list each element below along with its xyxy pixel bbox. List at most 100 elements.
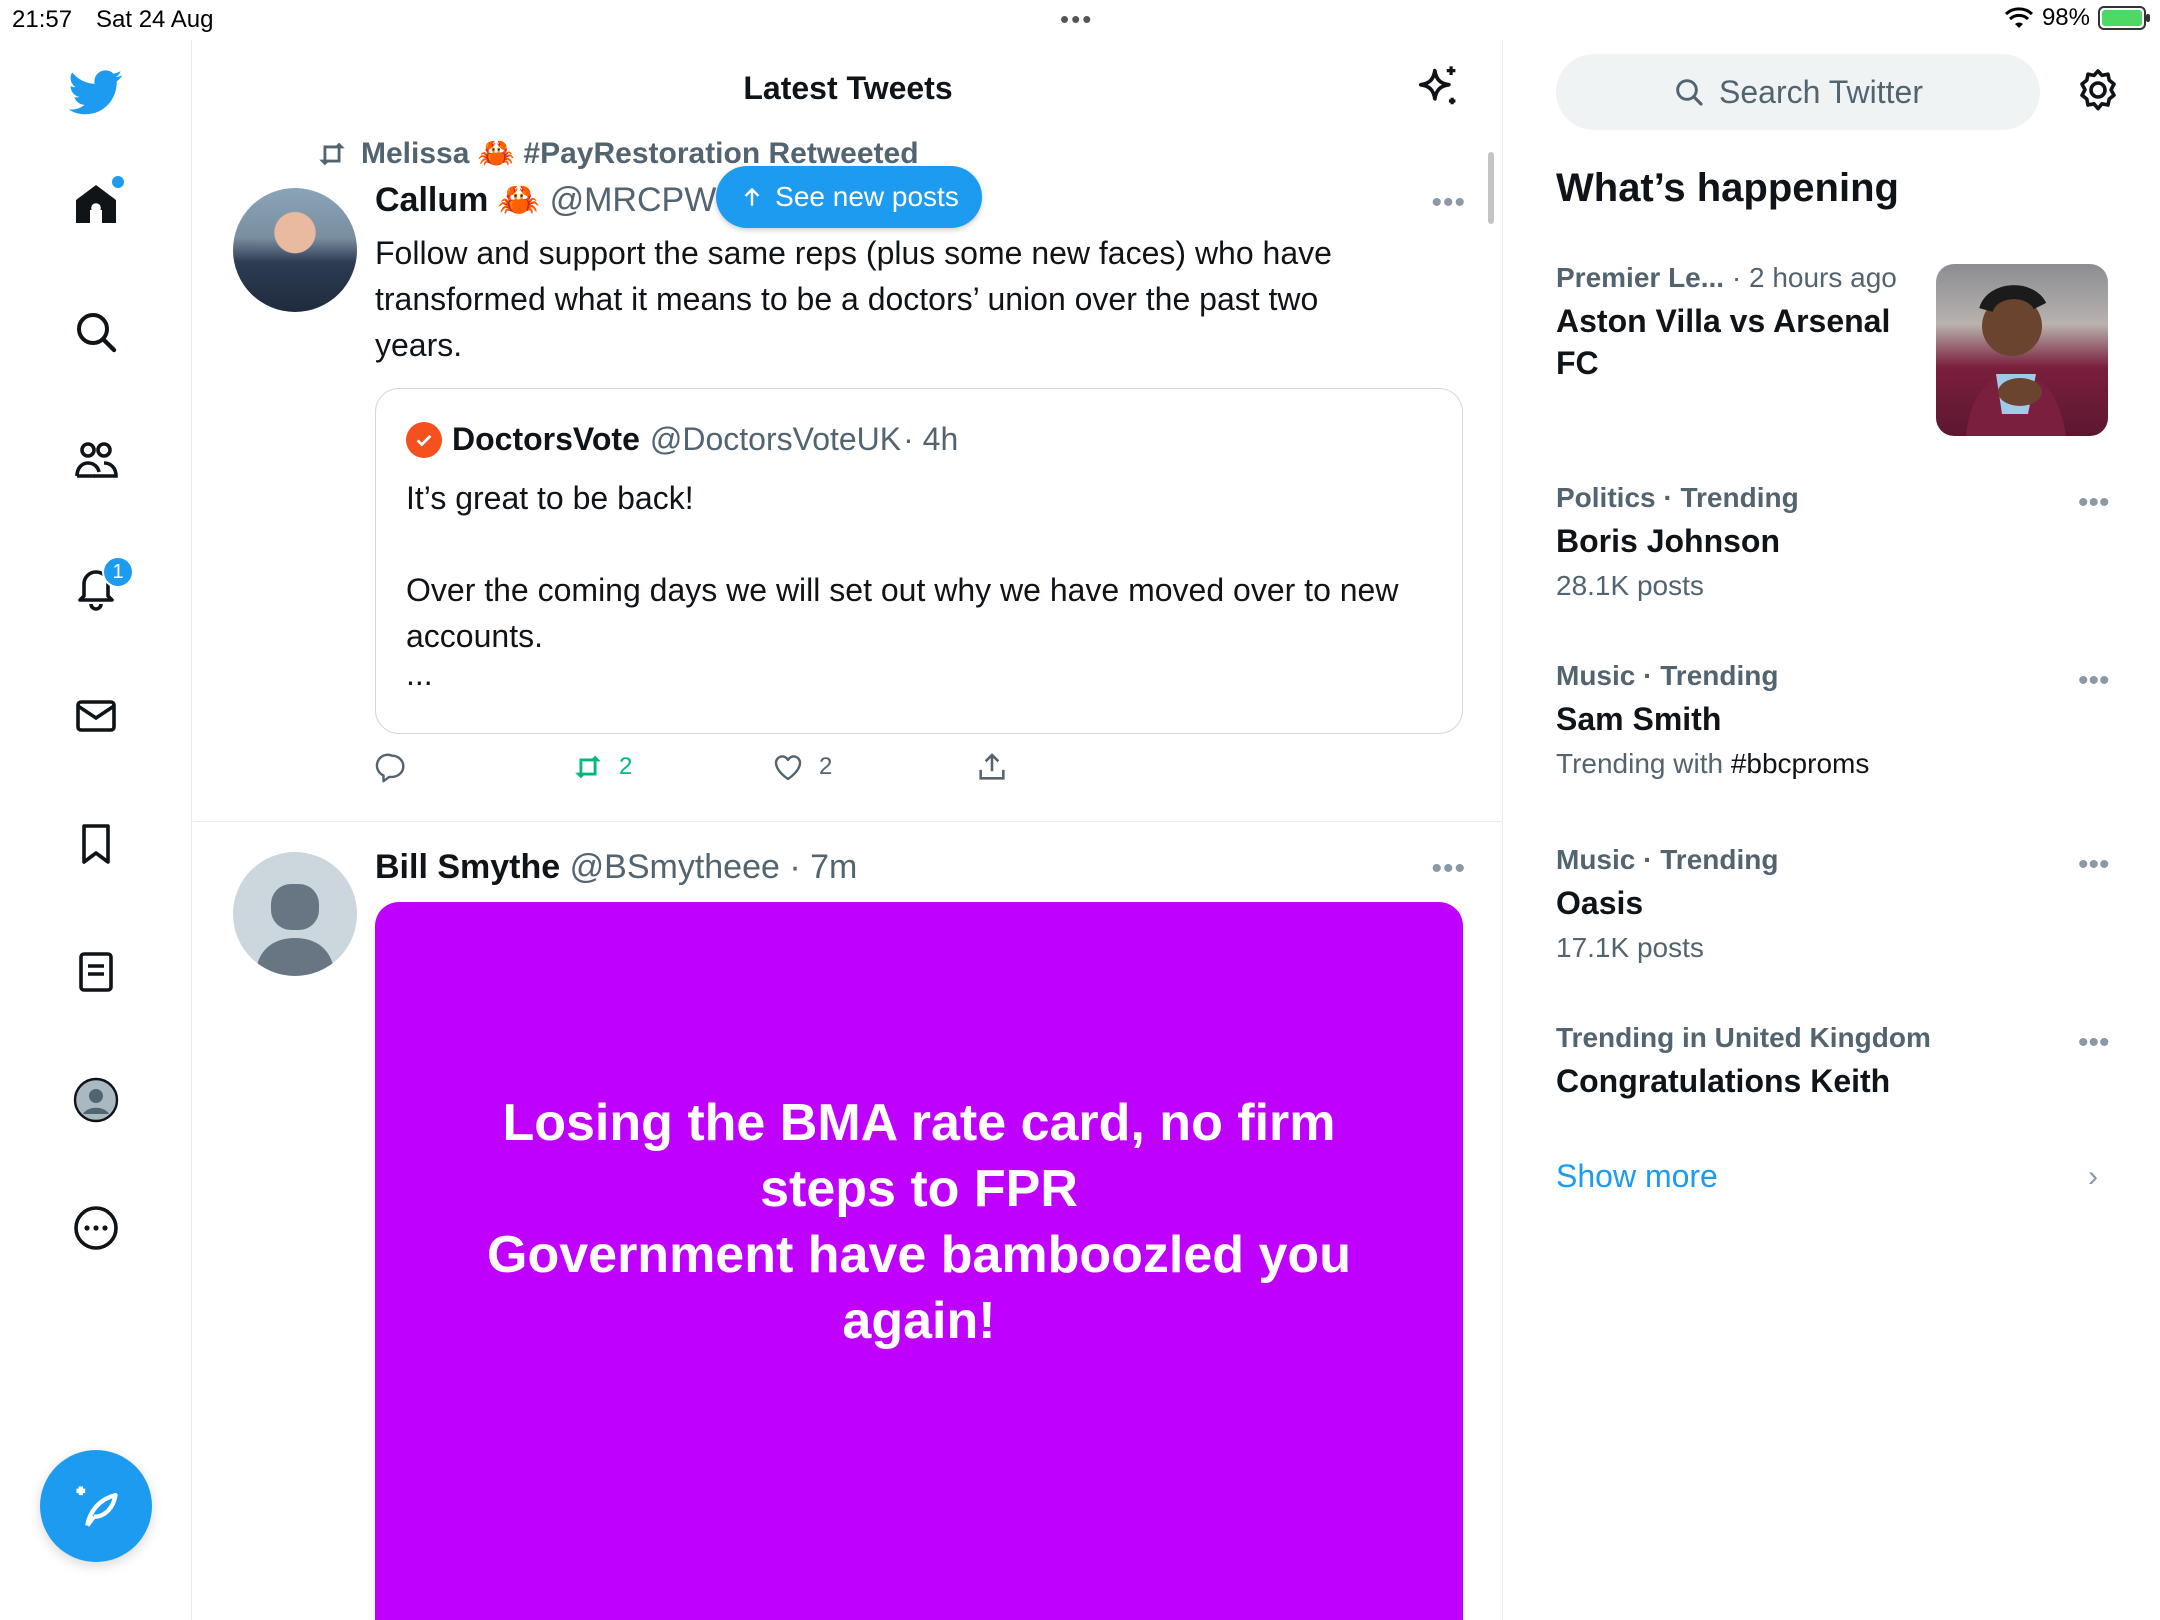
bookmarks-icon[interactable] xyxy=(64,812,128,876)
battery-icon xyxy=(2098,6,2150,30)
trend-post-count: 17.1K posts xyxy=(1556,932,1704,963)
show-more-link[interactable]: Show more xyxy=(1556,1158,1718,1195)
tweet2-image[interactable]: Losing the BMA rate card, no firm steps … xyxy=(375,902,1463,1620)
whats-happening-heading: What’s happening xyxy=(1556,166,1899,210)
right-sidebar: Search Twitter What’s happening Premier … xyxy=(1504,40,2160,1620)
trend-item[interactable]: Politics · Trending Boris Johnson 28.1K … xyxy=(1556,482,2116,602)
trend-item[interactable]: Premier Le... · 2 hours ago Aston Villa … xyxy=(1556,262,1936,384)
compose-tweet-button[interactable] xyxy=(40,1450,152,1562)
battery-percent: 98% xyxy=(2041,4,2090,31)
settings-gear-icon[interactable] xyxy=(2074,66,2122,114)
quoted-author-name: DoctorsVote xyxy=(452,421,640,457)
see-new-posts-button[interactable]: See new posts xyxy=(716,166,982,228)
heart-icon xyxy=(774,755,802,781)
compose-feather-icon xyxy=(76,1486,118,1527)
search-input[interactable]: Search Twitter xyxy=(1556,54,2040,130)
verified-badge-icon xyxy=(406,421,442,458)
retweet-icon xyxy=(319,142,345,165)
profile-avatar-icon[interactable] xyxy=(64,1068,128,1132)
trend-more-icon[interactable]: ••• xyxy=(2078,486,2110,520)
scrollbar[interactable] xyxy=(1488,152,1494,224)
trend-item[interactable]: Music · Trending Oasis 17.1K posts xyxy=(1556,844,2116,964)
tweet1-actions: 2 2 xyxy=(375,750,1075,800)
quoted-tweet-header: DoctorsVote @DoctorsVoteUK · 4h xyxy=(406,421,958,458)
status-bar: 21:57 Sat 24 Aug ••• 98% xyxy=(0,0,2160,40)
tweet2-author-name[interactable]: Bill Smythe xyxy=(375,848,560,886)
like-count: 2 xyxy=(819,753,833,780)
like-button[interactable]: 2 xyxy=(771,750,832,784)
lists-icon[interactable] xyxy=(64,940,128,1004)
multitasking-dots-icon[interactable]: ••• xyxy=(1060,4,1093,35)
trend-more-icon[interactable]: ••• xyxy=(2078,1026,2110,1060)
trend-hashtag[interactable]: #bbcproms xyxy=(1731,748,1870,779)
tweet1-author-name[interactable]: Callum 🦀 xyxy=(375,181,540,219)
search-icon[interactable] xyxy=(64,300,128,364)
tweet2-image-line1: Losing the BMA rate card, no firm steps … xyxy=(502,1094,1336,1218)
tweet1-author-handle[interactable]: @MRCPWo xyxy=(550,181,735,219)
sidebar: 1 xyxy=(0,40,192,1620)
notifications-badge: 1 xyxy=(102,556,134,588)
trend-title: Oasis xyxy=(1556,885,1644,921)
trend-time: · 2 hours ago xyxy=(1724,262,1897,293)
trend-more-icon[interactable]: ••• xyxy=(2078,664,2110,698)
avatar-bill-smythe[interactable] xyxy=(233,852,357,976)
home-icon[interactable] xyxy=(64,172,128,236)
trend-thumbnail[interactable] xyxy=(1936,264,2108,436)
quoted-text-ellipsis: ... xyxy=(406,656,433,692)
twitter-logo-icon[interactable] xyxy=(64,60,128,124)
communities-icon[interactable] xyxy=(64,428,128,492)
trend-title: Sam Smith xyxy=(1556,701,1722,737)
quoted-text-line2: Over the coming days we will set out why… xyxy=(406,572,1399,654)
share-icon xyxy=(979,753,1005,780)
search-placeholder: Search Twitter xyxy=(1719,73,1923,110)
trend-title: Aston Villa vs Arsenal FC xyxy=(1556,303,1891,381)
trend-post-count: 28.1K posts xyxy=(1556,570,1704,601)
quoted-text-line1: It’s great to be back! xyxy=(406,480,694,516)
tweet2-more-icon[interactable]: ••• xyxy=(1431,852,1466,886)
trend-more-icon[interactable]: ••• xyxy=(2078,848,2110,882)
wifi-icon xyxy=(2004,7,2033,28)
tweet2-time: · 7m xyxy=(789,848,858,886)
sparkle-timeline-toggle-icon[interactable] xyxy=(1411,62,1463,114)
page-title: Latest Tweets xyxy=(743,70,953,106)
quoted-tweet[interactable]: DoctorsVote @DoctorsVoteUK · 4h It’s gre… xyxy=(375,388,1463,734)
more-options-icon[interactable] xyxy=(64,1196,128,1260)
share-button[interactable] xyxy=(975,750,1009,784)
trend-category: Music · Trending xyxy=(1556,660,1779,691)
notifications-bell-icon[interactable]: 1 xyxy=(64,556,134,620)
status-time: 21:57 xyxy=(12,6,73,33)
trend-item[interactable]: Trending in United Kingdom Congratulatio… xyxy=(1556,1022,2116,1102)
trend-context: Trending with #bbcproms xyxy=(1556,748,2116,780)
avatar-callum[interactable] xyxy=(233,188,357,312)
tweet2-image-text: Losing the BMA rate card, no firm steps … xyxy=(429,1090,1409,1354)
trend-category: Politics · Trending xyxy=(1556,482,1799,513)
retweet-count: 2 xyxy=(619,753,633,780)
trend-context-prefix: Trending with xyxy=(1556,748,1731,779)
arrow-up-icon xyxy=(744,187,760,206)
tweet2-header: Bill Smythe @BSmytheee · 7m xyxy=(375,848,857,887)
tweet2-author-handle[interactable]: @BSmytheee xyxy=(570,848,780,886)
trend-title: Congratulations Keith xyxy=(1556,1063,1891,1099)
reply-icon xyxy=(375,753,405,783)
timeline: Latest Tweets Melissa 🦀 #PayRestoration … xyxy=(193,40,1503,1620)
quoted-author-handle: @DoctorsVoteUK xyxy=(649,421,902,457)
quoted-time: · 4h xyxy=(903,421,959,457)
see-new-posts-label: See new posts xyxy=(775,181,959,212)
tweet1-text: Follow and support the same reps (plus s… xyxy=(375,235,1332,363)
home-unread-dot xyxy=(112,176,124,188)
trend-category: Premier Le... xyxy=(1556,262,1725,293)
timeline-header: Latest Tweets xyxy=(193,40,1502,140)
tweet1-header: Callum 🦀 @MRCPWo xyxy=(375,180,735,220)
trend-item[interactable]: Music · Trending Sam Smith Trending with… xyxy=(1556,660,2116,780)
status-date: Sat 24 Aug xyxy=(96,6,214,33)
trend-category: Music · Trending xyxy=(1556,844,1779,875)
tweet-divider xyxy=(193,821,1502,822)
trend-title: Boris Johnson xyxy=(1556,523,1781,559)
tweet1-more-icon[interactable]: ••• xyxy=(1431,186,1466,220)
retweet-active-icon xyxy=(575,755,601,779)
retweet-button[interactable]: 2 xyxy=(571,750,632,784)
chevron-right-icon: › xyxy=(2088,1160,2098,1193)
messages-envelope-icon[interactable] xyxy=(64,684,128,748)
reply-button[interactable] xyxy=(375,750,409,784)
trend-category: Trending in United Kingdom xyxy=(1556,1022,1931,1053)
